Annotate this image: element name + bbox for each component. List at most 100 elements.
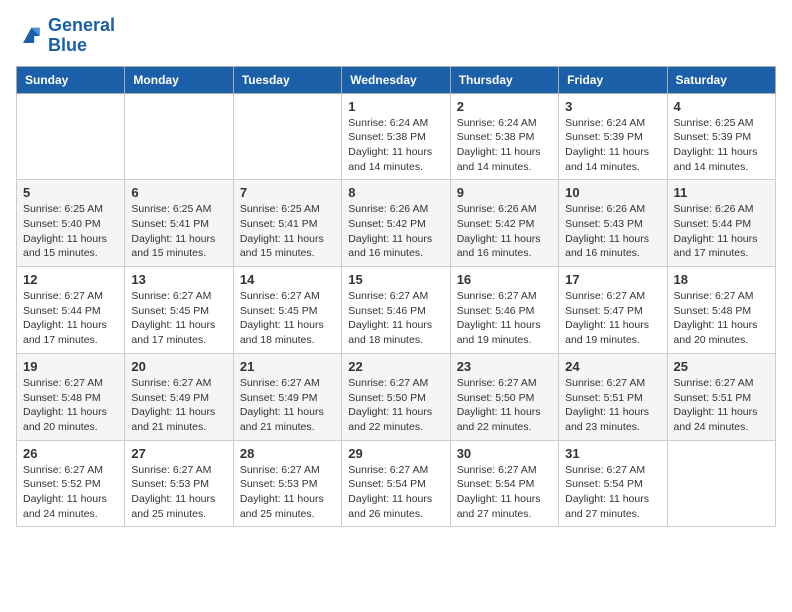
- weekday-header-cell: Saturday: [667, 66, 775, 93]
- day-number: 14: [240, 272, 335, 287]
- calendar-cell: 13 Sunrise: 6:27 AM Sunset: 5:45 PM Dayli…: [125, 267, 233, 354]
- calendar-cell: 1 Sunrise: 6:24 AM Sunset: 5:38 PM Daylig…: [342, 93, 450, 180]
- weekday-header-cell: Tuesday: [233, 66, 341, 93]
- day-number: 22: [348, 359, 443, 374]
- calendar-week-row: 12Sunrise: 6:27 AM Sunset: 5:44 PM Dayli…: [17, 267, 776, 354]
- calendar-cell: 5 Sunrise: 6:25 AM Sunset: 5:40 PM Daylig…: [17, 180, 125, 267]
- cell-info: Sunrise: 6:27 AM Sunset: 5:45 PM Dayligh…: [131, 289, 226, 348]
- day-number: 8: [348, 185, 443, 200]
- calendar-cell: 28 Sunrise: 6:27 AM Sunset: 5:53 PM Dayli…: [233, 440, 341, 527]
- calendar-cell: 18Sunrise: 6:27 AM Sunset: 5:48 PM Dayli…: [667, 267, 775, 354]
- day-number: 30: [457, 446, 552, 461]
- cell-info: Sunrise: 6:27 AM Sunset: 5:50 PM Dayligh…: [348, 376, 443, 435]
- day-number: 18: [674, 272, 769, 287]
- day-number: 20: [131, 359, 226, 374]
- cell-info: Sunrise: 6:26 AM Sunset: 5:42 PM Dayligh…: [348, 202, 443, 261]
- calendar-cell: 17 Sunrise: 6:27 AM Sunset: 5:47 PM Dayli…: [559, 267, 667, 354]
- weekday-header-cell: Wednesday: [342, 66, 450, 93]
- cell-info: Sunrise: 6:24 AM Sunset: 5:38 PM Dayligh…: [457, 116, 552, 175]
- calendar-cell: 20 Sunrise: 6:27 AM Sunset: 5:49 PM Dayli…: [125, 353, 233, 440]
- calendar-week-row: 5 Sunrise: 6:25 AM Sunset: 5:40 PM Daylig…: [17, 180, 776, 267]
- calendar-cell: [233, 93, 341, 180]
- cell-info: Sunrise: 6:27 AM Sunset: 5:49 PM Dayligh…: [240, 376, 335, 435]
- calendar-cell: 19 Sunrise: 6:27 AM Sunset: 5:48 PM Dayli…: [17, 353, 125, 440]
- cell-info: Sunrise: 6:26 AM Sunset: 5:42 PM Dayligh…: [457, 202, 552, 261]
- cell-info: Sunrise: 6:25 AM Sunset: 5:41 PM Dayligh…: [131, 202, 226, 261]
- cell-info: Sunrise: 6:27 AM Sunset: 5:46 PM Dayligh…: [348, 289, 443, 348]
- day-number: 19: [23, 359, 118, 374]
- cell-info: Sunrise: 6:25 AM Sunset: 5:40 PM Dayligh…: [23, 202, 118, 261]
- cell-info: Sunrise: 6:27 AM Sunset: 5:47 PM Dayligh…: [565, 289, 660, 348]
- calendar-cell: 31Sunrise: 6:27 AM Sunset: 5:54 PM Dayli…: [559, 440, 667, 527]
- calendar-cell: 7 Sunrise: 6:25 AM Sunset: 5:41 PM Daylig…: [233, 180, 341, 267]
- day-number: 2: [457, 99, 552, 114]
- day-number: 16: [457, 272, 552, 287]
- cell-info: Sunrise: 6:27 AM Sunset: 5:50 PM Dayligh…: [457, 376, 552, 435]
- day-number: 13: [131, 272, 226, 287]
- cell-info: Sunrise: 6:27 AM Sunset: 5:54 PM Dayligh…: [348, 463, 443, 522]
- day-number: 1: [348, 99, 443, 114]
- cell-info: Sunrise: 6:27 AM Sunset: 5:53 PM Dayligh…: [131, 463, 226, 522]
- day-number: 23: [457, 359, 552, 374]
- weekday-header-cell: Thursday: [450, 66, 558, 93]
- day-number: 4: [674, 99, 769, 114]
- calendar-body: 1 Sunrise: 6:24 AM Sunset: 5:38 PM Daylig…: [17, 93, 776, 527]
- calendar-cell: [125, 93, 233, 180]
- calendar-cell: 29 Sunrise: 6:27 AM Sunset: 5:54 PM Dayli…: [342, 440, 450, 527]
- cell-info: Sunrise: 6:26 AM Sunset: 5:43 PM Dayligh…: [565, 202, 660, 261]
- cell-info: Sunrise: 6:25 AM Sunset: 5:41 PM Dayligh…: [240, 202, 335, 261]
- cell-info: Sunrise: 6:27 AM Sunset: 5:53 PM Dayligh…: [240, 463, 335, 522]
- day-number: 28: [240, 446, 335, 461]
- cell-info: Sunrise: 6:27 AM Sunset: 5:52 PM Dayligh…: [23, 463, 118, 522]
- calendar-cell: 25Sunrise: 6:27 AM Sunset: 5:51 PM Dayli…: [667, 353, 775, 440]
- day-number: 9: [457, 185, 552, 200]
- logo-icon: [16, 22, 44, 50]
- cell-info: Sunrise: 6:27 AM Sunset: 5:48 PM Dayligh…: [23, 376, 118, 435]
- calendar-week-row: 19 Sunrise: 6:27 AM Sunset: 5:48 PM Dayli…: [17, 353, 776, 440]
- cell-info: Sunrise: 6:27 AM Sunset: 5:54 PM Dayligh…: [565, 463, 660, 522]
- day-number: 10: [565, 185, 660, 200]
- cell-info: Sunrise: 6:26 AM Sunset: 5:44 PM Dayligh…: [674, 202, 769, 261]
- day-number: 26: [23, 446, 118, 461]
- cell-info: Sunrise: 6:24 AM Sunset: 5:38 PM Dayligh…: [348, 116, 443, 175]
- calendar-cell: 3 Sunrise: 6:24 AM Sunset: 5:39 PM Daylig…: [559, 93, 667, 180]
- logo: General Blue: [16, 16, 115, 56]
- weekday-header-cell: Friday: [559, 66, 667, 93]
- calendar-cell: 16Sunrise: 6:27 AM Sunset: 5:46 PM Dayli…: [450, 267, 558, 354]
- calendar-cell: 10 Sunrise: 6:26 AM Sunset: 5:43 PM Dayli…: [559, 180, 667, 267]
- calendar-cell: 15 Sunrise: 6:27 AM Sunset: 5:46 PM Dayli…: [342, 267, 450, 354]
- day-number: 5: [23, 185, 118, 200]
- calendar-cell: [17, 93, 125, 180]
- calendar-cell: 27Sunrise: 6:27 AM Sunset: 5:53 PM Dayli…: [125, 440, 233, 527]
- day-number: 29: [348, 446, 443, 461]
- cell-info: Sunrise: 6:27 AM Sunset: 5:49 PM Dayligh…: [131, 376, 226, 435]
- day-number: 11: [674, 185, 769, 200]
- day-number: 7: [240, 185, 335, 200]
- calendar-cell: 9 Sunrise: 6:26 AM Sunset: 5:42 PM Daylig…: [450, 180, 558, 267]
- logo-text: General Blue: [48, 16, 115, 56]
- calendar-cell: [667, 440, 775, 527]
- calendar-table: SundayMondayTuesdayWednesdayThursdayFrid…: [16, 66, 776, 528]
- calendar-week-row: 1 Sunrise: 6:24 AM Sunset: 5:38 PM Daylig…: [17, 93, 776, 180]
- day-number: 15: [348, 272, 443, 287]
- calendar-cell: 4Sunrise: 6:25 AM Sunset: 5:39 PM Daylig…: [667, 93, 775, 180]
- calendar-cell: 14 Sunrise: 6:27 AM Sunset: 5:45 PM Dayli…: [233, 267, 341, 354]
- weekday-header-cell: Sunday: [17, 66, 125, 93]
- day-number: 17: [565, 272, 660, 287]
- day-number: 25: [674, 359, 769, 374]
- calendar-cell: 8 Sunrise: 6:26 AM Sunset: 5:42 PM Daylig…: [342, 180, 450, 267]
- page-header: General Blue: [16, 16, 776, 56]
- calendar-cell: 30Sunrise: 6:27 AM Sunset: 5:54 PM Dayli…: [450, 440, 558, 527]
- calendar-cell: 12Sunrise: 6:27 AM Sunset: 5:44 PM Dayli…: [17, 267, 125, 354]
- cell-info: Sunrise: 6:24 AM Sunset: 5:39 PM Dayligh…: [565, 116, 660, 175]
- day-number: 3: [565, 99, 660, 114]
- day-number: 12: [23, 272, 118, 287]
- weekday-header-row: SundayMondayTuesdayWednesdayThursdayFrid…: [17, 66, 776, 93]
- calendar-cell: 23 Sunrise: 6:27 AM Sunset: 5:50 PM Dayli…: [450, 353, 558, 440]
- calendar-cell: 22 Sunrise: 6:27 AM Sunset: 5:50 PM Dayli…: [342, 353, 450, 440]
- calendar-cell: 11 Sunrise: 6:26 AM Sunset: 5:44 PM Dayli…: [667, 180, 775, 267]
- calendar-cell: 21Sunrise: 6:27 AM Sunset: 5:49 PM Dayli…: [233, 353, 341, 440]
- calendar-cell: 2 Sunrise: 6:24 AM Sunset: 5:38 PM Daylig…: [450, 93, 558, 180]
- cell-info: Sunrise: 6:27 AM Sunset: 5:45 PM Dayligh…: [240, 289, 335, 348]
- weekday-header-cell: Monday: [125, 66, 233, 93]
